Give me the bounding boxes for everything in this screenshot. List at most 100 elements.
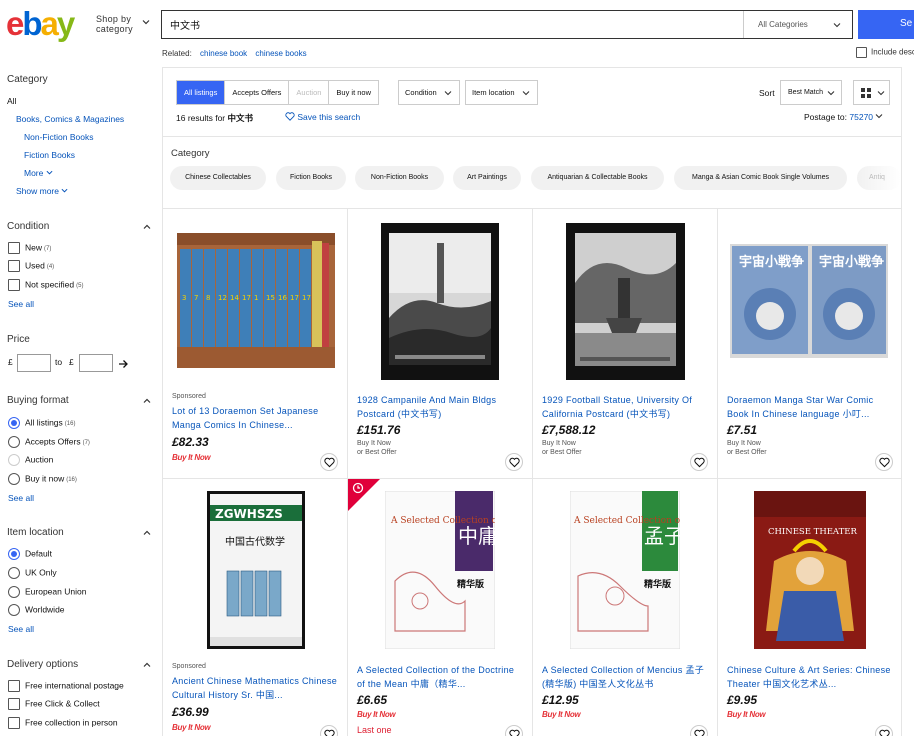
radio[interactable] — [8, 567, 20, 579]
chip-art-paintings[interactable]: Art Paintings — [453, 166, 521, 190]
product-title[interactable]: 1928 Campanile And Main Bldgs Postcard (… — [357, 393, 525, 421]
include-description[interactable]: Include desc — [856, 47, 914, 58]
price-min-input[interactable] — [17, 354, 51, 372]
postage-zip-link[interactable]: 75270 — [849, 112, 873, 122]
watch-button[interactable] — [320, 453, 338, 471]
format-all-listings[interactable]: All listings (16) — [8, 417, 75, 429]
category-select[interactable]: All Categories — [743, 11, 853, 38]
related-link[interactable]: chinese books — [255, 49, 306, 58]
product-title[interactable]: 1929 Football Statue, University Of Cali… — [542, 393, 710, 421]
category-all[interactable]: All — [7, 96, 16, 106]
include-description-checkbox[interactable] — [856, 47, 867, 58]
chevron-up-icon[interactable] — [143, 661, 151, 669]
radio[interactable] — [8, 473, 20, 485]
location-eu[interactable]: European Union — [8, 586, 86, 598]
category-fiction[interactable]: Fiction Books — [24, 150, 75, 160]
radio[interactable] — [8, 586, 20, 598]
product-title[interactable]: Chinese Culture & Art Series: Chinese Th… — [727, 663, 895, 691]
location-uk-only[interactable]: UK Only — [8, 567, 57, 579]
product-title[interactable]: A Selected Collection of Mencius 孟子 (精华版… — [542, 663, 710, 691]
product-image[interactable]: 宇宙小戦争 宇宙小戦争 — [730, 244, 888, 358]
product-card[interactable]: ZGWHSZS 中国古代数学 Sponsored Ancient Chinese… — [163, 479, 348, 736]
delivery-click-collect[interactable]: Free Click & Collect — [8, 698, 100, 710]
arrow-right-icon[interactable] — [118, 359, 129, 369]
watch-button[interactable] — [320, 725, 338, 736]
chevron-up-icon[interactable] — [143, 397, 151, 405]
checkbox[interactable] — [8, 260, 20, 272]
category-more[interactable]: More — [24, 168, 53, 178]
watch-button[interactable] — [505, 453, 523, 471]
category-non-fiction[interactable]: Non-Fiction Books — [24, 132, 93, 142]
chip-chinese-collectables[interactable]: Chinese Collectables — [170, 166, 266, 190]
product-image[interactable] — [566, 223, 685, 380]
checkbox[interactable] — [8, 680, 20, 692]
save-search-link[interactable]: Save this search — [285, 112, 360, 122]
delivery-collection[interactable]: Free collection in person — [8, 717, 118, 729]
radio[interactable] — [8, 548, 20, 560]
tab-buy-it-now[interactable]: Buy it now — [329, 81, 378, 104]
condition-new[interactable]: New (7) — [8, 242, 51, 254]
chip-antiquarian-more[interactable]: Antiq — [857, 166, 901, 190]
shop-by-category[interactable]: Shop by category — [96, 14, 133, 34]
product-image[interactable]: 3 7 8 12 14 17 1 15 16 17 17 — [177, 233, 335, 368]
product-image[interactable] — [381, 223, 499, 380]
condition-see-all[interactable]: See all — [8, 299, 34, 309]
product-title[interactable]: Ancient Chinese Mathematics Chinese Cult… — [172, 674, 340, 702]
tab-auction[interactable]: Auction — [289, 81, 330, 104]
product-image[interactable]: A Selected Collection of Mencius 孟子 精华版 — [570, 491, 680, 649]
product-card[interactable]: CHINESE THEATER Chinese Culture & Art Se… — [718, 479, 902, 736]
checkbox[interactable] — [8, 279, 20, 291]
product-title[interactable]: Doraemon Manga Star War Comic Book In Ch… — [727, 393, 895, 421]
checkbox[interactable] — [8, 717, 20, 729]
product-card[interactable]: 3 7 8 12 14 17 1 15 16 17 17 Sponsored Lot of 13… — [163, 209, 348, 479]
ebay-logo[interactable]: ebay — [6, 6, 75, 42]
tab-all-listings[interactable]: All listings — [177, 81, 226, 104]
location-default[interactable]: Default — [8, 548, 52, 560]
condition-dropdown[interactable]: Condition — [398, 80, 460, 105]
format-accepts-offers[interactable]: Accepts Offers (7) — [8, 436, 90, 448]
chip-antiquarian-books[interactable]: Antiquarian & Collectable Books — [531, 166, 664, 190]
location-see-all[interactable]: See all — [8, 624, 34, 634]
product-image[interactable]: ZGWHSZS 中国古代数学 — [207, 491, 305, 649]
search-button[interactable]: Se — [858, 10, 914, 39]
format-auction[interactable]: Auction — [8, 454, 53, 466]
chip-fiction-books[interactable]: Fiction Books — [276, 166, 346, 190]
condition-not-specified[interactable]: Not specified (5) — [8, 279, 83, 291]
watch-button[interactable] — [690, 453, 708, 471]
radio[interactable] — [8, 454, 20, 466]
price-max-input[interactable] — [79, 354, 113, 372]
product-card[interactable]: A Selected Collection of the Doctrine of… — [348, 479, 533, 736]
product-card[interactable]: 1928 Campanile And Main Bldgs Postcard (… — [348, 209, 533, 479]
checkbox[interactable] — [8, 698, 20, 710]
radio[interactable] — [8, 436, 20, 448]
search-input[interactable] — [162, 11, 742, 38]
radio[interactable] — [8, 604, 20, 616]
checkbox[interactable] — [8, 242, 20, 254]
product-image[interactable]: A Selected Collection of the Doctrine of… — [385, 491, 495, 649]
delivery-free-intl[interactable]: Free international postage — [8, 680, 124, 692]
chevron-up-icon[interactable] — [143, 223, 151, 231]
radio[interactable] — [8, 417, 20, 429]
product-card[interactable]: A Selected Collection of Mencius 孟子 精华版 … — [533, 479, 718, 736]
watch-button[interactable] — [690, 725, 708, 736]
chip-non-fiction-books[interactable]: Non-Fiction Books — [355, 166, 444, 190]
watch-button[interactable] — [875, 725, 893, 736]
related-link[interactable]: chinese book — [200, 49, 247, 58]
item-location-dropdown[interactable]: Item location — [465, 80, 538, 105]
chevron-down-icon[interactable] — [142, 18, 150, 26]
show-more-link[interactable]: Show more — [16, 186, 68, 196]
format-buy-it-now[interactable]: Buy it now (16) — [8, 473, 77, 485]
category-books-comics[interactable]: Books, Comics & Magazines — [16, 114, 124, 124]
chevron-up-icon[interactable] — [143, 529, 151, 537]
watch-button[interactable] — [875, 453, 893, 471]
product-card[interactable]: 宇宙小戦争 宇宙小戦争 Doraemon Manga Star War Comi… — [718, 209, 902, 479]
watch-button[interactable] — [505, 725, 523, 736]
location-worldwide[interactable]: Worldwide — [8, 604, 65, 616]
sort-dropdown[interactable]: Best Match — [780, 80, 842, 105]
product-card[interactable]: 1929 Football Statue, University Of Cali… — [533, 209, 718, 479]
view-toggle[interactable] — [853, 80, 890, 105]
chevron-down-icon[interactable] — [875, 112, 883, 120]
product-title[interactable]: A Selected Collection of the Doctrine of… — [357, 663, 525, 691]
format-see-all[interactable]: See all — [8, 493, 34, 503]
product-title[interactable]: Lot of 13 Doraemon Set Japanese Manga Co… — [172, 404, 340, 432]
